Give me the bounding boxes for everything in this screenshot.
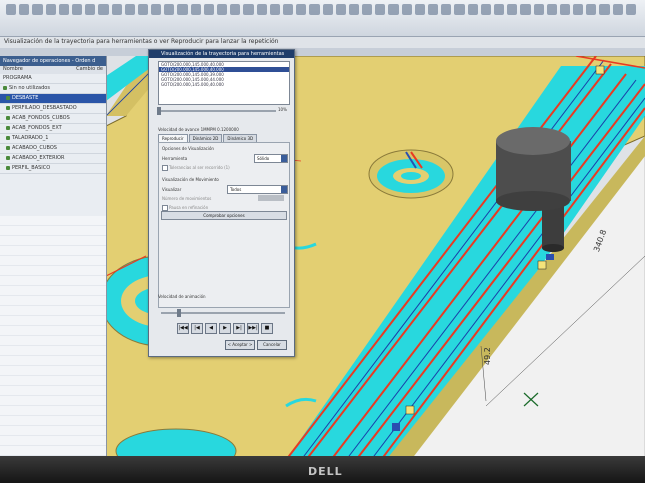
visualize-label: Visualizar [162,187,182,192]
steps-field[interactable] [258,195,284,201]
progress-percent: 10% [278,107,287,112]
visualize-select[interactable]: Todos [227,185,288,194]
column-change[interactable]: Cambio de [76,66,103,74]
operation-icon [6,115,10,120]
rewind-start-button[interactable]: |◀◀ [177,323,189,334]
playback-controls: |◀◀ |◀ ◀ ▶ ▶| ▶▶| ■ [177,323,273,334]
feed-speed-label: Velocidad de avance 1MMPM 0.1200000 [158,127,239,132]
nav-item-acab-fondos-cubos[interactable]: ACAB_FONDOS_CUBOS [0,114,106,124]
nav-item-perfil-basico[interactable]: PERFIL_BASICO [0,164,106,174]
dell-logo: DELL [308,465,343,478]
chevron-down-icon[interactable] [281,155,287,162]
operation-icon [6,155,10,160]
operation-icon [6,135,10,140]
step-forward-button[interactable]: ▶| [233,323,245,334]
nav-item-programa[interactable]: PROGRAMA [0,74,106,84]
tool-label: Herramienta [162,156,188,161]
navigator-title: Navegador de operaciones - Orden d [0,56,106,66]
main-toolbar [0,0,645,37]
pause-checkbox-label: Pausa en refinación [169,205,209,210]
nav-item-unused[interactable]: Sin no utilizados [0,84,106,94]
toolpath-visualization-dialog: Visualización de la trayectoria para her… [148,49,295,357]
nav-item-taladrado[interactable]: TALADRADO_1 [0,134,106,144]
list-item[interactable]: GOTO/200.000,145.000,40.000 [159,82,289,87]
operation-icon [6,145,10,150]
status-hint: Visualización de la trayectoria para her… [4,38,279,45]
play-reverse-button[interactable]: ◀ [205,323,217,334]
slider-thumb[interactable] [157,107,161,115]
chevron-down-icon[interactable] [281,186,287,193]
nav-item-acabado-exterior[interactable]: ACABADO_EXTERIOR [0,154,106,164]
nav-item-acabado-cubos[interactable]: ACABADO_CUBOS [0,144,106,154]
animation-speed-slider[interactable] [161,309,285,317]
monitor-bezel: DELL [0,456,645,483]
stop-button[interactable]: ■ [261,323,273,334]
operation-icon [6,105,10,110]
steps-label: Número de movimientos [162,196,212,201]
progress-slider[interactable] [157,107,276,115]
accept-button[interactable]: < Aceptar > [225,340,255,350]
forward-end-button[interactable]: ▶▶| [247,323,259,334]
operation-icon [6,125,10,130]
dialog-title: Visualización de la trayectoria para her… [149,50,294,58]
operation-icon [6,165,10,170]
dimension-label-height: 49.2 [483,347,492,365]
movement-display-label: Visualización de Movimiento [162,177,219,182]
play-button[interactable]: ▶ [219,323,231,334]
check-options-button[interactable]: Comprobar opciones [161,211,287,220]
nav-item-acab-fondos-ext[interactable]: ACAB_FONDOS_EXT [0,124,106,134]
tolerance-checkbox[interactable] [162,165,168,171]
nav-item-perfilado[interactable]: PERFILADO_DESBASTADO [0,104,106,114]
navigator-columns: Nombre Cambio de [0,66,106,74]
operation-navigator: Navegador de operaciones - Orden d Nombr… [0,56,107,460]
navigator-empty-rows [0,216,106,460]
nav-item-desbaste[interactable]: DESBASTE [0,94,106,104]
column-name[interactable]: Nombre [3,66,23,74]
screen: Visualización de la trayectoria para her… [0,0,645,460]
cancel-button[interactable]: Cancelar [257,340,287,350]
operation-icon [6,95,10,100]
display-options-label: Opciones de Visualización [162,146,214,151]
folder-icon [3,85,7,90]
animation-speed-label: Velocidad de animación [158,294,206,299]
tool-display-select[interactable]: Sólido [254,154,288,163]
step-back-button[interactable]: |◀ [191,323,203,334]
toolbar-icons[interactable] [6,4,636,18]
options-group: Opciones de Visualización Herramienta Só… [158,142,290,308]
slider-thumb[interactable] [177,309,181,317]
toolpath-listing[interactable]: GOTO/200.000,145.000,40.000 GOTO/200.000… [158,61,290,105]
tolerance-checkbox-label: Tolerancias al ser recorrido (1) [169,165,230,170]
